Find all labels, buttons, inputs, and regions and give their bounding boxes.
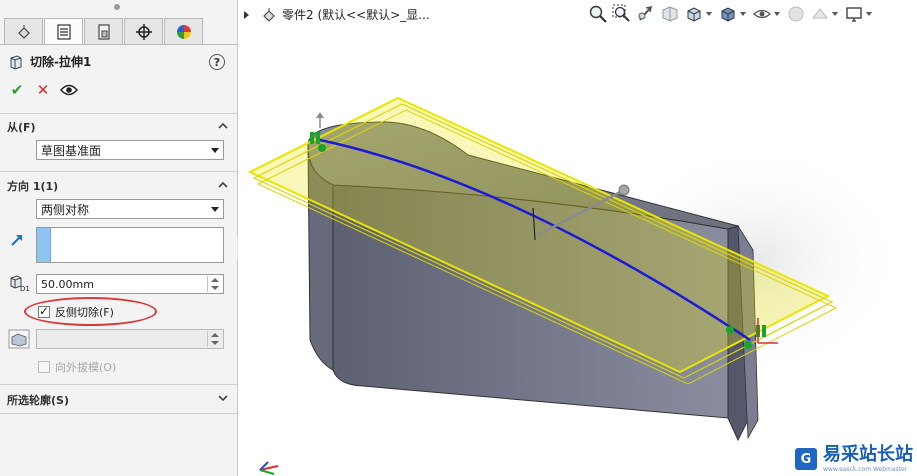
property-manager-panel: 切除-拉伸1 ? ✔ ✕ 从(F) 草图基准面 方向 1(1) 两侧对称 D1 … bbox=[0, 0, 238, 476]
ok-button[interactable]: ✔ bbox=[6, 80, 28, 100]
view-settings-button[interactable] bbox=[842, 3, 866, 25]
apply-scene-button[interactable] bbox=[808, 3, 832, 25]
view-settings-icon bbox=[846, 7, 862, 22]
depth-icon: D1 bbox=[10, 275, 30, 292]
configuration-icon bbox=[97, 23, 110, 40]
expand-triangle-icon[interactable] bbox=[244, 10, 249, 19]
chevron-up-icon[interactable] bbox=[218, 121, 228, 131]
watermark-logo: G bbox=[795, 448, 817, 470]
tab-configuration-manager[interactable] bbox=[84, 18, 123, 44]
draft-angle-input bbox=[36, 329, 224, 349]
part-name: 零件2 (默认<<默认>_显... bbox=[282, 8, 430, 22]
chevron-down-icon[interactable] bbox=[866, 12, 872, 16]
draft-angle-stepper bbox=[207, 331, 221, 347]
graphics-area[interactable]: 零件2 (默认<<默认>_显... G 易采站长站 www.easck.com … bbox=[238, 0, 917, 476]
depth-input[interactable]: 50.00mm bbox=[36, 274, 224, 294]
chevron-down-icon[interactable] bbox=[740, 12, 746, 16]
chevron-down-icon[interactable] bbox=[706, 12, 712, 16]
selected-contours-group-header[interactable]: 所选轮廓(S) bbox=[7, 392, 69, 408]
tab-display-manager[interactable] bbox=[164, 18, 203, 44]
end-condition-select[interactable]: 两侧对称 bbox=[36, 199, 224, 219]
chevron-up-icon[interactable] bbox=[218, 180, 228, 190]
part-icon bbox=[263, 7, 275, 22]
zoom-to-fit-button[interactable] bbox=[586, 3, 610, 25]
apply-scene-icon bbox=[811, 8, 829, 19]
action-buttons: ✔ ✕ bbox=[6, 80, 84, 100]
draft-outward-checkbox: 向外拔模(O) bbox=[38, 359, 116, 375]
display-style-icon bbox=[721, 7, 735, 22]
property-manager-icon bbox=[56, 23, 71, 40]
chevron-down-icon[interactable] bbox=[774, 12, 780, 16]
previous-view-button[interactable] bbox=[634, 3, 658, 25]
appearance-pie-icon bbox=[176, 24, 191, 39]
feature-name: 切除-拉伸1 bbox=[30, 55, 92, 69]
feature-tree-icon bbox=[17, 24, 30, 39]
section-view-icon bbox=[662, 6, 678, 22]
chevron-down-icon[interactable] bbox=[832, 12, 838, 16]
svg-text:D1: D1 bbox=[20, 285, 30, 292]
zoom-area-button[interactable] bbox=[610, 3, 634, 25]
zoom-to-fit-icon bbox=[589, 5, 607, 23]
view-orientation-button[interactable] bbox=[682, 3, 706, 25]
zoom-area-icon bbox=[612, 4, 630, 22]
chevron-down-icon bbox=[211, 148, 219, 153]
crosshair-icon bbox=[135, 23, 152, 40]
detailed-preview-button[interactable] bbox=[58, 80, 80, 100]
help-icon[interactable]: ? bbox=[209, 54, 225, 70]
direction-arrow-icon[interactable] bbox=[10, 233, 24, 247]
feature-tree-flyout[interactable]: 零件2 (默认<<默认>_显... bbox=[244, 6, 430, 23]
site-watermark: G 易采站长站 www.easck.com Webmaster bbox=[789, 442, 917, 476]
eye-icon bbox=[60, 84, 78, 96]
model-viewport[interactable] bbox=[238, 0, 917, 476]
direction1-group-header[interactable]: 方向 1(1) bbox=[7, 178, 58, 194]
edit-appearance-icon bbox=[788, 6, 804, 22]
chevron-down-icon[interactable] bbox=[218, 393, 228, 403]
section-view-button[interactable] bbox=[658, 3, 682, 25]
direction-reference-list[interactable] bbox=[36, 227, 224, 263]
extrude-cut-icon bbox=[10, 54, 22, 70]
edit-appearance-button[interactable] bbox=[784, 3, 808, 25]
highlight-ellipse bbox=[24, 297, 157, 326]
triad-y-axis bbox=[259, 469, 275, 475]
hide-show-icon bbox=[753, 9, 771, 19]
tab-dimxpert-manager[interactable] bbox=[124, 18, 163, 44]
manager-tabs bbox=[4, 18, 204, 44]
hide-show-button[interactable] bbox=[750, 3, 774, 25]
feature-title: 切除-拉伸1 bbox=[8, 53, 91, 70]
chevron-down-icon bbox=[211, 207, 219, 212]
draft-icon[interactable] bbox=[8, 329, 30, 349]
display-style-button[interactable] bbox=[716, 3, 740, 25]
view-orientation-icon bbox=[687, 7, 701, 22]
panel-grip[interactable] bbox=[114, 4, 120, 10]
previous-view-icon bbox=[638, 5, 653, 21]
depth-stepper[interactable] bbox=[207, 276, 221, 292]
heads-up-view-toolbar bbox=[586, 3, 876, 25]
from-group-header[interactable]: 从(F) bbox=[7, 119, 36, 135]
cancel-button[interactable]: ✕ bbox=[32, 80, 54, 100]
tab-property-manager[interactable] bbox=[44, 18, 83, 44]
from-condition-select[interactable]: 草图基准面 bbox=[36, 140, 224, 160]
tab-feature-manager[interactable] bbox=[4, 18, 43, 44]
